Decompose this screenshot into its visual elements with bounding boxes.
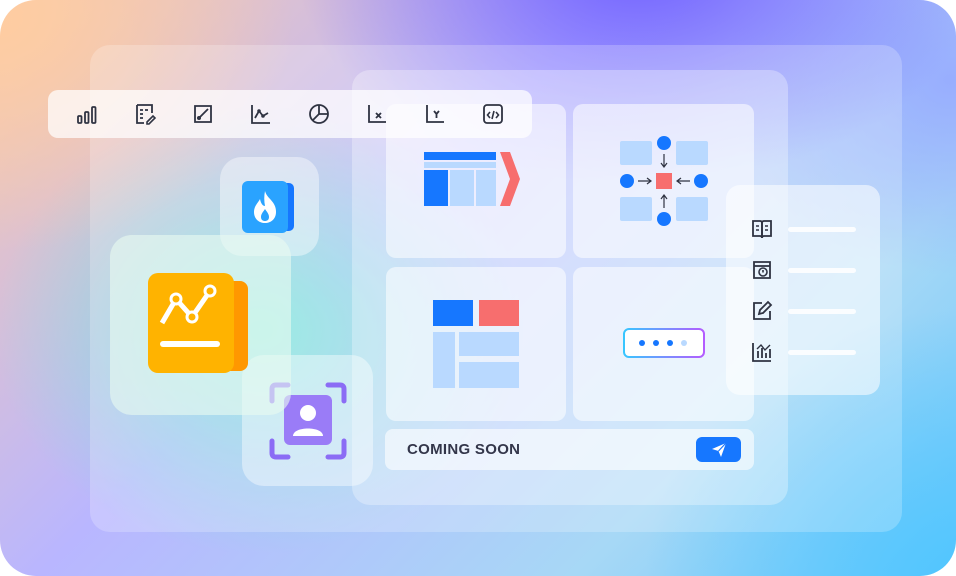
side-item-line [788, 350, 856, 355]
coming-soon-bar: COMING SOON [385, 429, 754, 470]
send-button[interactable] [696, 437, 741, 462]
warning-icon [753, 261, 771, 279]
trend-chart-app-card[interactable] [110, 235, 291, 415]
side-item-book[interactable] [750, 217, 860, 241]
book-icon [752, 220, 772, 239]
pie-chart-icon[interactable] [307, 102, 331, 126]
side-item-line [788, 268, 856, 273]
bar-chart-icon[interactable] [75, 102, 99, 126]
side-item-edit[interactable] [750, 299, 860, 323]
y-axis-icon[interactable] [423, 102, 447, 126]
stats-icon [752, 343, 771, 362]
side-item-warning[interactable] [750, 258, 860, 282]
fire-icon [242, 181, 294, 233]
edit-icon [753, 300, 773, 320]
chart-toolbar [48, 90, 532, 138]
edit-square-icon[interactable] [191, 102, 215, 126]
masked-input-graphic [622, 328, 705, 358]
coming-soon-label: COMING SOON [407, 441, 521, 458]
layout-graphic [433, 300, 519, 388]
line-chart-icon[interactable] [249, 102, 273, 126]
list-edit-icon[interactable] [133, 102, 157, 126]
side-tools-panel [726, 185, 880, 395]
code-icon[interactable] [481, 102, 505, 126]
side-item-line [788, 227, 856, 232]
send-icon [711, 442, 726, 457]
hero-illustration: COMING SOON [0, 0, 956, 576]
side-item-line [788, 309, 856, 314]
x-axis-icon[interactable] [365, 102, 389, 126]
layout-component-tile[interactable] [386, 267, 566, 421]
trend-chart-icon [148, 273, 248, 373]
side-item-stats[interactable] [750, 340, 860, 364]
table-arrow-graphic [424, 152, 520, 206]
flow-diagram-graphic [619, 136, 708, 226]
